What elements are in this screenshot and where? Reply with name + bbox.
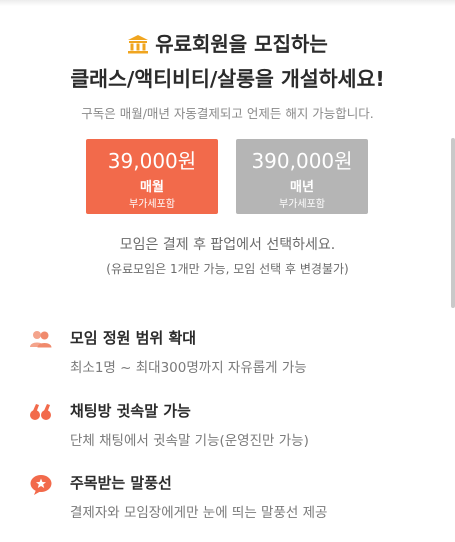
feature-capacity-title: 모임 정원 범위 확대 — [70, 329, 197, 347]
headline-line2: 클래스/액티비티/살롱을 개설하세요! — [70, 67, 385, 91]
headline-line1: 유료회원을 모집하는 — [0, 28, 455, 59]
plan-yearly-button[interactable]: 390,000원 매년 부가세포함 — [236, 139, 368, 214]
feature-whisper-desc: 단체 채팅에서 귓속말 기능(운영진만 가능) — [70, 433, 309, 449]
feature-bubble-desc: 결제자와 모임장에게만 눈에 띄는 말풍선 제공 — [70, 505, 328, 521]
top-shadow — [0, 0, 455, 6]
plan-monthly-price: 39,000원 — [107, 149, 197, 173]
plan-monthly-period: 매월 — [140, 180, 164, 195]
headline-line1-text: 유료회원을 모집하는 — [155, 32, 328, 56]
feature-bubble-title: 주목받는 말풍선 — [70, 474, 172, 492]
speech-bubble-star-icon — [29, 474, 53, 496]
plan-monthly-button[interactable]: 39,000원 매월 부가세포함 — [86, 139, 218, 214]
plan-yearly-vat: 부가세포함 — [279, 199, 325, 210]
plan-yearly-period: 매년 — [290, 180, 314, 195]
feature-whisper-title: 채팅방 귓속말 가능 — [70, 402, 191, 420]
plan-yearly-price: 390,000원 — [251, 149, 353, 173]
select-group-note: 모임은 결제 후 팝업에서 선택하세요. — [119, 237, 336, 253]
feature-capacity-desc: 최소1명 ~ 최대300명까지 자유롭게 가능 — [70, 360, 307, 376]
plan-monthly-vat: 부가세포함 — [129, 199, 175, 210]
people-icon — [29, 329, 53, 351]
quote-icon — [29, 402, 53, 424]
subscription-note: 구독은 매월/매년 자동결제되고 언제든 해지 가능합니다. — [81, 106, 374, 121]
scrollbar[interactable] — [451, 138, 455, 308]
bank-icon — [127, 34, 149, 59]
select-group-restriction: (유료모임은 1개만 가능, 모임 선택 후 변경불가) — [106, 262, 349, 276]
